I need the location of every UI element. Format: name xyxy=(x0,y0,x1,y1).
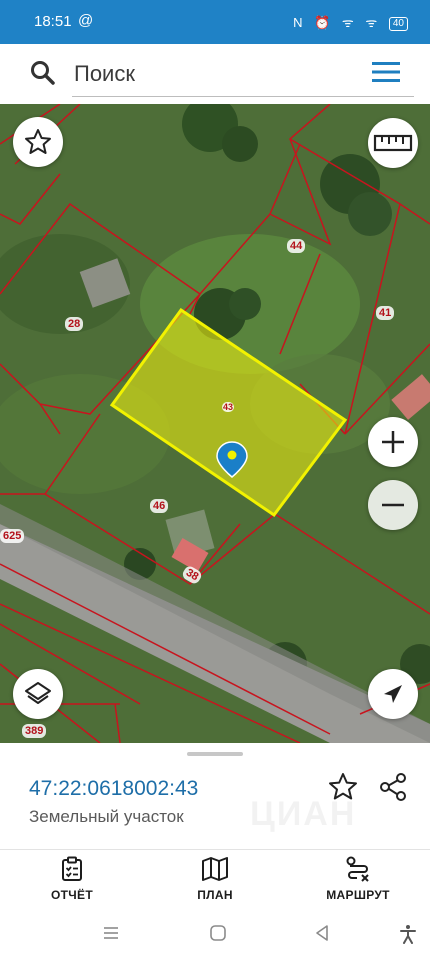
menu-icon[interactable] xyxy=(372,61,400,83)
object-type: Земельный участок xyxy=(29,807,184,826)
bottom-nav: ОТЧЁТ ПЛАН МАРШРУТ xyxy=(0,850,430,912)
share-icon[interactable] xyxy=(377,771,409,803)
plus-icon xyxy=(382,431,404,453)
cadastral-number[interactable]: 47:22:0618002:43 xyxy=(29,777,198,801)
status-system-icons: N ⏰ ᯤ ᯤ xyxy=(293,15,382,30)
parcel-label[interactable]: 41 xyxy=(376,306,395,320)
layers-button[interactable] xyxy=(13,669,63,719)
report-icon xyxy=(62,856,82,881)
my-location-button[interactable] xyxy=(368,669,418,719)
nav-route-button[interactable]: МАРШРУТ xyxy=(303,856,413,908)
object-info-panel: ЦИАН 47:22:0618002:43 Земельный участок xyxy=(0,743,430,849)
satellite-map xyxy=(0,104,430,743)
star-outline-icon xyxy=(25,129,51,154)
home-icon[interactable] xyxy=(209,924,227,942)
back-icon[interactable] xyxy=(313,924,331,942)
route-icon xyxy=(346,856,369,882)
parcel-label[interactable]: 625 xyxy=(0,529,25,543)
drag-handle[interactable] xyxy=(187,752,243,756)
system-nav-bar xyxy=(0,912,430,960)
navigation-arrow-icon xyxy=(384,685,402,703)
nav-report-label: ОТЧЁТ xyxy=(51,888,93,902)
parcel-label[interactable]: 46 xyxy=(150,499,169,513)
recent-apps-icon[interactable] xyxy=(102,924,120,942)
status-icons: N ⏰ ᯤ ᯤ 40 xyxy=(293,13,408,31)
search-icon[interactable] xyxy=(30,60,56,86)
search-underline xyxy=(72,96,414,97)
nav-route-label: МАРШРУТ xyxy=(326,888,390,902)
parcel-label-selected[interactable]: 43 xyxy=(222,402,235,412)
zoom-in-button[interactable] xyxy=(368,417,418,467)
nav-plan-button[interactable]: ПЛАН xyxy=(160,856,270,908)
nav-report-button[interactable]: ОТЧЁТ xyxy=(17,856,127,908)
favorites-map-button[interactable] xyxy=(13,117,63,167)
ruler-button[interactable] xyxy=(368,118,418,168)
parcel-label[interactable]: 389 xyxy=(22,724,47,738)
ruler-icon xyxy=(373,134,413,152)
layers-icon xyxy=(25,682,51,704)
favorite-star-icon[interactable] xyxy=(327,771,359,803)
search-bar xyxy=(0,44,430,104)
status-at-icon: @ xyxy=(78,12,94,29)
parcel-label[interactable]: 44 xyxy=(287,239,306,253)
battery-icon: 40 xyxy=(388,16,408,31)
parcel-label[interactable]: 28 xyxy=(65,317,84,331)
minus-icon xyxy=(382,503,404,507)
nav-plan-label: ПЛАН xyxy=(197,888,233,902)
accessibility-icon[interactable] xyxy=(398,924,418,944)
search-input[interactable] xyxy=(72,58,346,90)
status-bar: 18:51 @ N ⏰ ᯤ ᯤ 40 xyxy=(0,0,430,44)
map-view[interactable]: 44 41 28 46 38 625 389 43 xyxy=(0,104,430,743)
status-time: 18:51 xyxy=(34,13,72,30)
map-plan-icon xyxy=(202,857,228,881)
zoom-out-button[interactable] xyxy=(368,480,418,530)
